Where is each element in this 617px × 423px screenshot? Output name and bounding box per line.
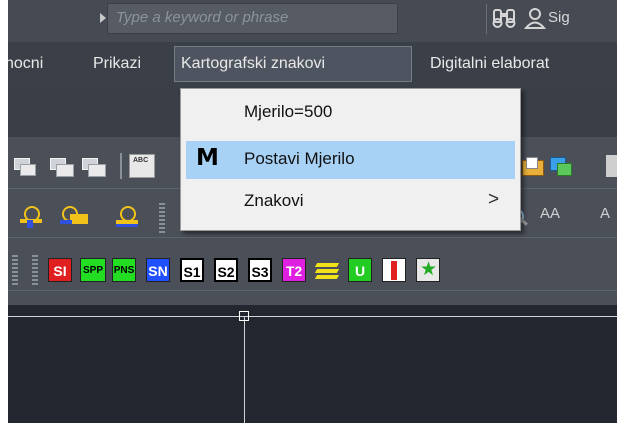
crosshair-vertical	[244, 316, 245, 423]
toolbar-grip[interactable]	[12, 255, 18, 285]
menu-item-prikazi[interactable]: Prikazi	[93, 47, 141, 81]
kartografski-znakovi-dropdown: Mjerilo=500 M Postavi Mjerilo Znakovi >	[180, 88, 521, 231]
user-edit-icon[interactable]	[60, 206, 90, 230]
m-scale-icon: M	[196, 145, 219, 171]
symbol-spp-button[interactable]: SPP	[80, 258, 106, 282]
text-style-icon[interactable]: A	[600, 205, 610, 222]
sign-in-link[interactable]: Sig	[548, 9, 570, 26]
menu-item-znakovi[interactable]: Znakovi >	[186, 183, 515, 221]
red-bar-icon[interactable]	[382, 258, 406, 282]
crosshair-horizontal	[8, 316, 617, 317]
toolbar-separator	[120, 153, 122, 179]
autocad-window: Type a keyword or phrase Sig nocni Prika…	[8, 0, 617, 423]
window-icon[interactable]	[606, 155, 617, 177]
toolbar-grip[interactable]	[32, 255, 38, 285]
symbol-s3-button[interactable]: S3	[248, 258, 272, 282]
symbol-s1-button[interactable]: S1	[180, 258, 204, 282]
symbol-si-button[interactable]: SI	[48, 258, 72, 282]
drawing-canvas[interactable]	[8, 305, 617, 423]
symbol-sn-button[interactable]: SN	[146, 258, 170, 282]
user-add-icon[interactable]	[114, 206, 140, 230]
symbol-u-button[interactable]: U	[348, 258, 372, 282]
copy-layer-icon[interactable]	[548, 155, 572, 176]
menu-item-label: Mjerilo=500	[244, 102, 333, 121]
window-tile-icon[interactable]	[48, 158, 74, 177]
toolbar-grip[interactable]	[159, 203, 165, 233]
menu-item-digitalni-elaborat[interactable]: Digitalni elaborat	[430, 47, 549, 81]
layers-icon[interactable]	[314, 258, 340, 282]
symbol-pns-button[interactable]: PNS	[112, 258, 136, 282]
toolbar-divider	[8, 290, 617, 291]
menu-item-label: Znakovi	[244, 191, 304, 210]
symbol-t2-button[interactable]: T2	[282, 258, 306, 282]
menu-item-label: Postavi Mjerilo	[244, 149, 355, 168]
binoculars-icon[interactable]	[492, 7, 516, 29]
title-separator	[486, 4, 487, 34]
search-expand-arrow-icon[interactable]	[100, 13, 106, 23]
user-pin-icon[interactable]	[18, 206, 44, 230]
menu-item-kartografski-znakovi[interactable]: Kartografski znakovi	[181, 47, 325, 81]
search-placeholder: Type a keyword or phrase	[116, 9, 289, 26]
window-cascade-icon[interactable]	[10, 158, 36, 176]
abc-text-icon[interactable]: ABC	[129, 154, 155, 178]
user-icon[interactable]	[524, 6, 546, 30]
folder-icon[interactable]	[520, 155, 544, 176]
symbol-s2-button[interactable]: S2	[214, 258, 238, 282]
star-icon[interactable]: ★	[416, 258, 440, 282]
text-size-icon[interactable]: AA	[540, 205, 560, 222]
crosshair-pickbox	[239, 311, 249, 321]
window-arrange-icon[interactable]	[80, 158, 106, 177]
menu-item-postavi-mjerilo[interactable]: M Postavi Mjerilo	[186, 141, 515, 179]
chevron-right-icon: >	[488, 189, 500, 210]
toolbar-divider	[8, 237, 617, 238]
menu-item-mjerilo-500[interactable]: Mjerilo=500	[186, 94, 515, 132]
menu-item-pomocni[interactable]: nocni	[8, 47, 43, 81]
